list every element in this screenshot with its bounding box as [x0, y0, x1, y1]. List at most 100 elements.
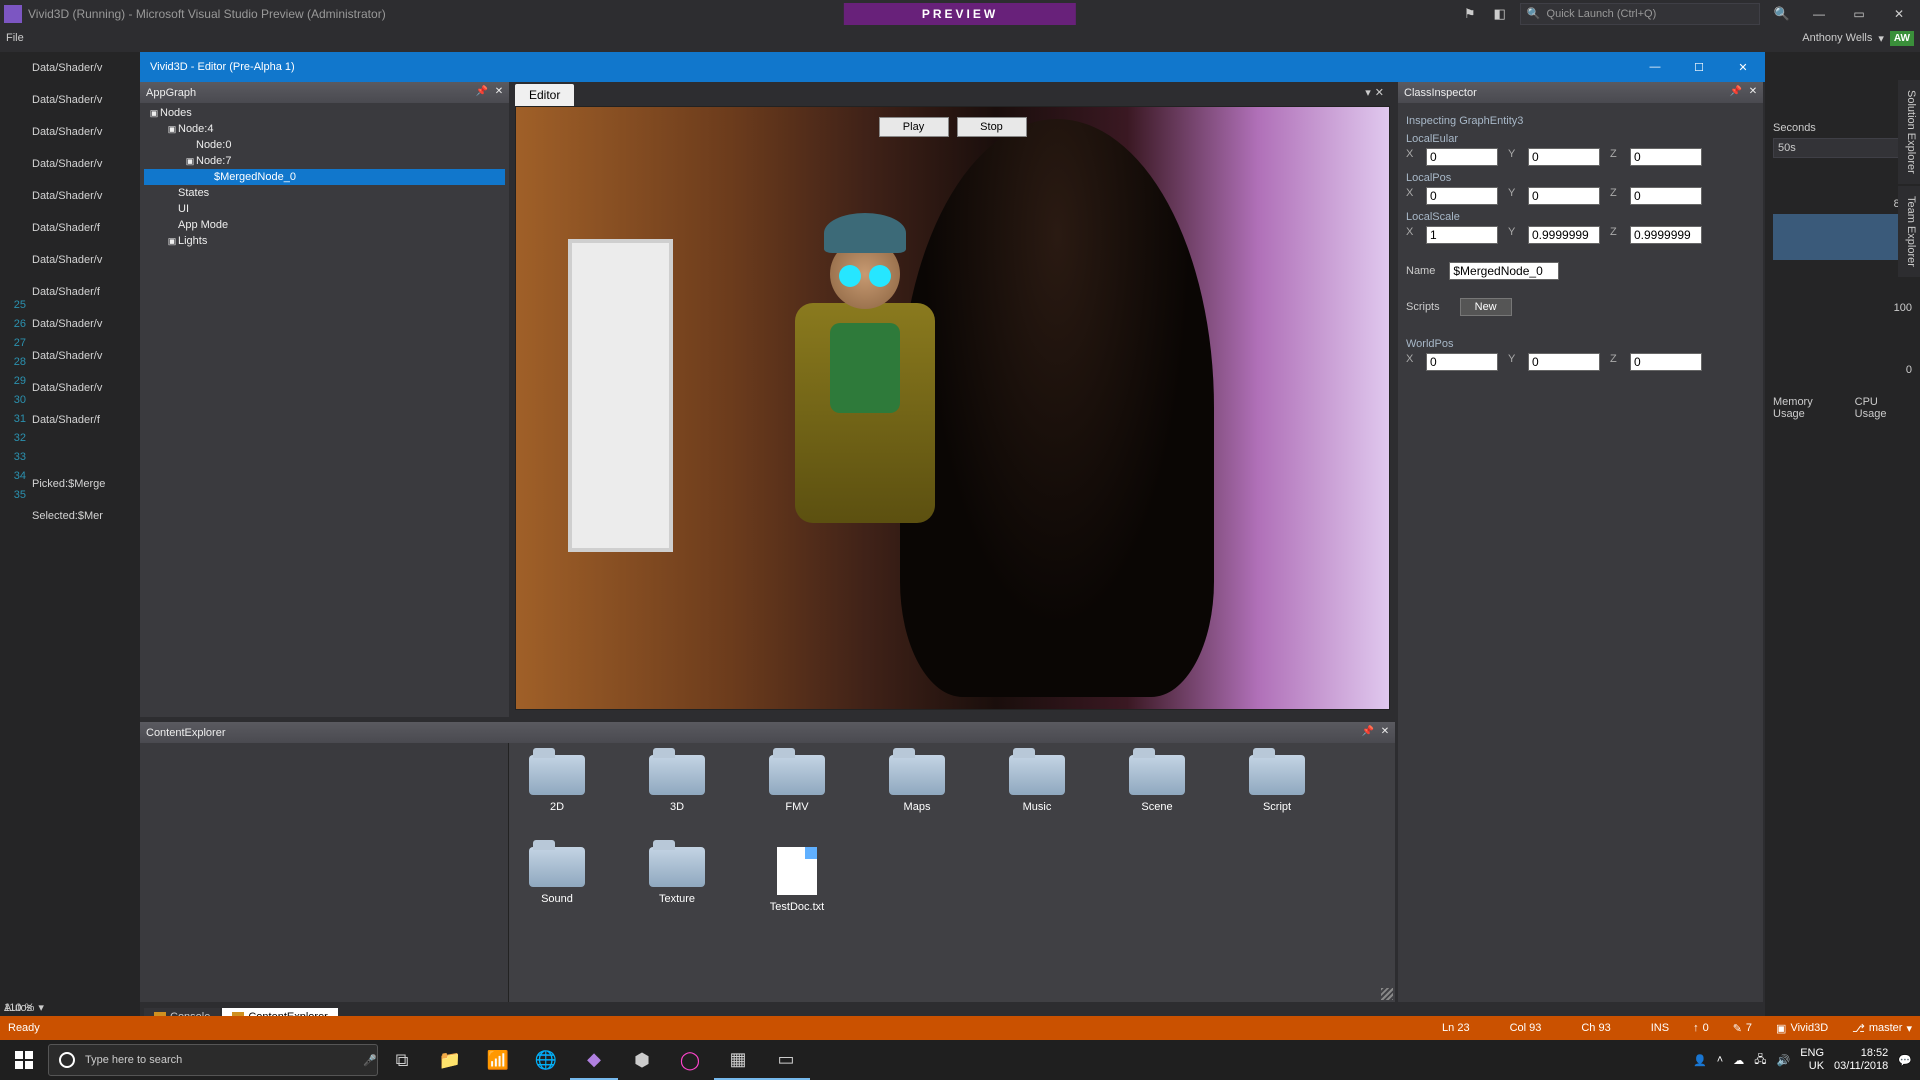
- scripts-new-button[interactable]: New: [1460, 298, 1512, 316]
- vivid-close-button[interactable]: ✕: [1721, 52, 1765, 82]
- status-publish[interactable]: ↑ 0: [1693, 1022, 1709, 1034]
- world-z-input[interactable]: [1630, 353, 1702, 371]
- scene-viewport[interactable]: Play Stop: [515, 106, 1390, 710]
- tree-node[interactable]: App Mode: [144, 217, 505, 233]
- world-y-input[interactable]: [1528, 353, 1600, 371]
- tree-node[interactable]: ▣Lights: [144, 233, 505, 249]
- inspector-close-icon[interactable]: ✕: [1746, 86, 1760, 100]
- tree-node[interactable]: ▣Node:7: [144, 153, 505, 169]
- feedback-icon[interactable]: ◧: [1490, 2, 1510, 26]
- tree-node[interactable]: States: [144, 185, 505, 201]
- people-icon[interactable]: 👤: [1693, 1054, 1707, 1067]
- appgraph-pin-icon[interactable]: 📌: [475, 86, 489, 100]
- scale-y-input[interactable]: [1528, 226, 1600, 244]
- task-view-icon[interactable]: ⧉: [378, 1040, 426, 1080]
- vs-user-name[interactable]: Anthony Wells: [1802, 32, 1872, 44]
- appgraph-close-icon[interactable]: ✕: [492, 86, 506, 100]
- inspector-pin-icon[interactable]: 📌: [1729, 86, 1743, 100]
- pos-x-input[interactable]: [1426, 187, 1498, 205]
- visualstudio-icon[interactable]: ◆: [570, 1040, 618, 1080]
- content-item[interactable]: TestDoc.txt: [761, 847, 833, 913]
- status-branch[interactable]: ⎇ master ▾: [1852, 1022, 1912, 1035]
- content-item[interactable]: 3D: [641, 755, 713, 813]
- content-item[interactable]: Script: [1241, 755, 1313, 813]
- app-icon-1[interactable]: ◯: [666, 1040, 714, 1080]
- onedrive-icon[interactable]: ☁: [1733, 1054, 1744, 1067]
- inspector-name-input[interactable]: [1449, 262, 1559, 280]
- vivid-minimize-button[interactable]: —: [1633, 52, 1677, 82]
- search-button-icon[interactable]: 🔍: [1770, 2, 1794, 26]
- contentexplorer-close-icon[interactable]: ✕: [1378, 726, 1392, 740]
- vs-close-button[interactable]: ✕: [1884, 7, 1914, 21]
- vs-minimize-button[interactable]: —: [1804, 7, 1834, 21]
- resize-grip-icon[interactable]: [1381, 988, 1393, 1000]
- world-x-input[interactable]: [1426, 353, 1498, 371]
- network-icon[interactable]: 🖧: [1754, 1051, 1766, 1070]
- diag-cpu-tab[interactable]: CPU Usage: [1855, 396, 1912, 420]
- tree-node[interactable]: Node:0: [144, 137, 505, 153]
- pos-z-input[interactable]: [1630, 187, 1702, 205]
- vivid-maximize-button[interactable]: ☐: [1677, 52, 1721, 82]
- explorer-icon[interactable]: 📁: [426, 1040, 474, 1080]
- tree-node[interactable]: ▣Node:4: [144, 121, 505, 137]
- contentexplorer-tree[interactable]: [140, 743, 509, 1002]
- chrome-icon[interactable]: 🌐: [522, 1040, 570, 1080]
- appgraph-title[interactable]: AppGraph 📌 ✕: [140, 82, 509, 103]
- scale-x-input[interactable]: [1426, 226, 1498, 244]
- content-item[interactable]: Music: [1001, 755, 1073, 813]
- eular-z-input[interactable]: [1630, 148, 1702, 166]
- menu-file[interactable]: File: [6, 32, 24, 44]
- steam-icon[interactable]: ⬢: [618, 1040, 666, 1080]
- content-item[interactable]: Sound: [521, 847, 593, 913]
- vs-maximize-button[interactable]: ▭: [1844, 7, 1874, 21]
- user-avatar-badge[interactable]: AW: [1890, 31, 1914, 46]
- autos-panel-title[interactable]: Autos: [4, 1002, 134, 1014]
- contentexplorer-pin-icon[interactable]: 📌: [1361, 726, 1375, 740]
- tree-toggle-icon[interactable]: ▣: [166, 233, 178, 249]
- content-item[interactable]: Texture: [641, 847, 713, 913]
- vivid3d-task-icon[interactable]: ▭: [762, 1040, 810, 1080]
- editor-close-icon[interactable]: ✕: [1375, 86, 1384, 99]
- rss-icon[interactable]: 📶: [474, 1040, 522, 1080]
- eular-y-input[interactable]: [1528, 148, 1600, 166]
- tree-node[interactable]: $MergedNode_0: [144, 169, 505, 185]
- pos-y-input[interactable]: [1528, 187, 1600, 205]
- vivid3d-titlebar[interactable]: Vivid3D - Editor (Pre-Alpha 1) — ☐ ✕: [140, 52, 1765, 82]
- contentexplorer-title[interactable]: ContentExplorer 📌 ✕: [140, 722, 1395, 743]
- eular-x-input[interactable]: [1426, 148, 1498, 166]
- editor-pin-icon[interactable]: ▾: [1365, 86, 1371, 99]
- notifications-tray-icon[interactable]: 💬: [1898, 1054, 1912, 1067]
- tree-node[interactable]: UI: [144, 201, 505, 217]
- notifications-icon[interactable]: ⚑: [1460, 2, 1480, 26]
- content-item[interactable]: 2D: [521, 755, 593, 813]
- quick-launch-input[interactable]: 🔍 Quick Launch (Ctrl+Q): [1520, 3, 1760, 25]
- contentexplorer-grid[interactable]: 2D 3D FMV Maps Music Scene Script Sound Texture T…: [509, 743, 1395, 1002]
- side-tab[interactable]: Team Explorer: [1898, 186, 1920, 277]
- tray-chevron-icon[interactable]: ˄: [1717, 1054, 1723, 1066]
- tree-toggle-icon[interactable]: ▣: [166, 121, 178, 137]
- classinspector-title[interactable]: ClassInspector 📌 ✕: [1398, 82, 1763, 103]
- content-item[interactable]: Scene: [1121, 755, 1193, 813]
- language-indicator[interactable]: ENGUK: [1800, 1047, 1824, 1073]
- diag-memory-tab[interactable]: Memory Usage: [1773, 396, 1847, 420]
- stop-button[interactable]: Stop: [957, 117, 1027, 137]
- status-changes[interactable]: ✎ 7: [1733, 1022, 1752, 1035]
- app-icon-2[interactable]: ▦: [714, 1040, 762, 1080]
- play-button[interactable]: Play: [879, 117, 949, 137]
- tree-node[interactable]: ▣Nodes: [144, 105, 505, 121]
- tree-toggle-icon[interactable]: ▣: [148, 105, 160, 121]
- editor-tab[interactable]: Editor: [515, 84, 574, 106]
- tree-toggle-icon[interactable]: ▣: [184, 153, 196, 169]
- folder-icon: [529, 847, 585, 887]
- scale-z-input[interactable]: [1630, 226, 1702, 244]
- content-item[interactable]: FMV: [761, 755, 833, 813]
- taskbar-search-input[interactable]: Type here to search 🎤: [48, 1044, 378, 1076]
- clock[interactable]: 18:5203/11/2018: [1834, 1047, 1888, 1073]
- content-item[interactable]: Maps: [881, 755, 953, 813]
- status-project[interactable]: ▣ Vivid3D: [1776, 1022, 1828, 1035]
- chevron-down-icon[interactable]: ▾: [1878, 32, 1884, 45]
- start-button[interactable]: [0, 1040, 48, 1080]
- mic-icon[interactable]: 🎤: [363, 1054, 377, 1067]
- volume-icon[interactable]: 🔊: [1777, 1054, 1791, 1067]
- side-tab[interactable]: Solution Explorer: [1898, 80, 1920, 184]
